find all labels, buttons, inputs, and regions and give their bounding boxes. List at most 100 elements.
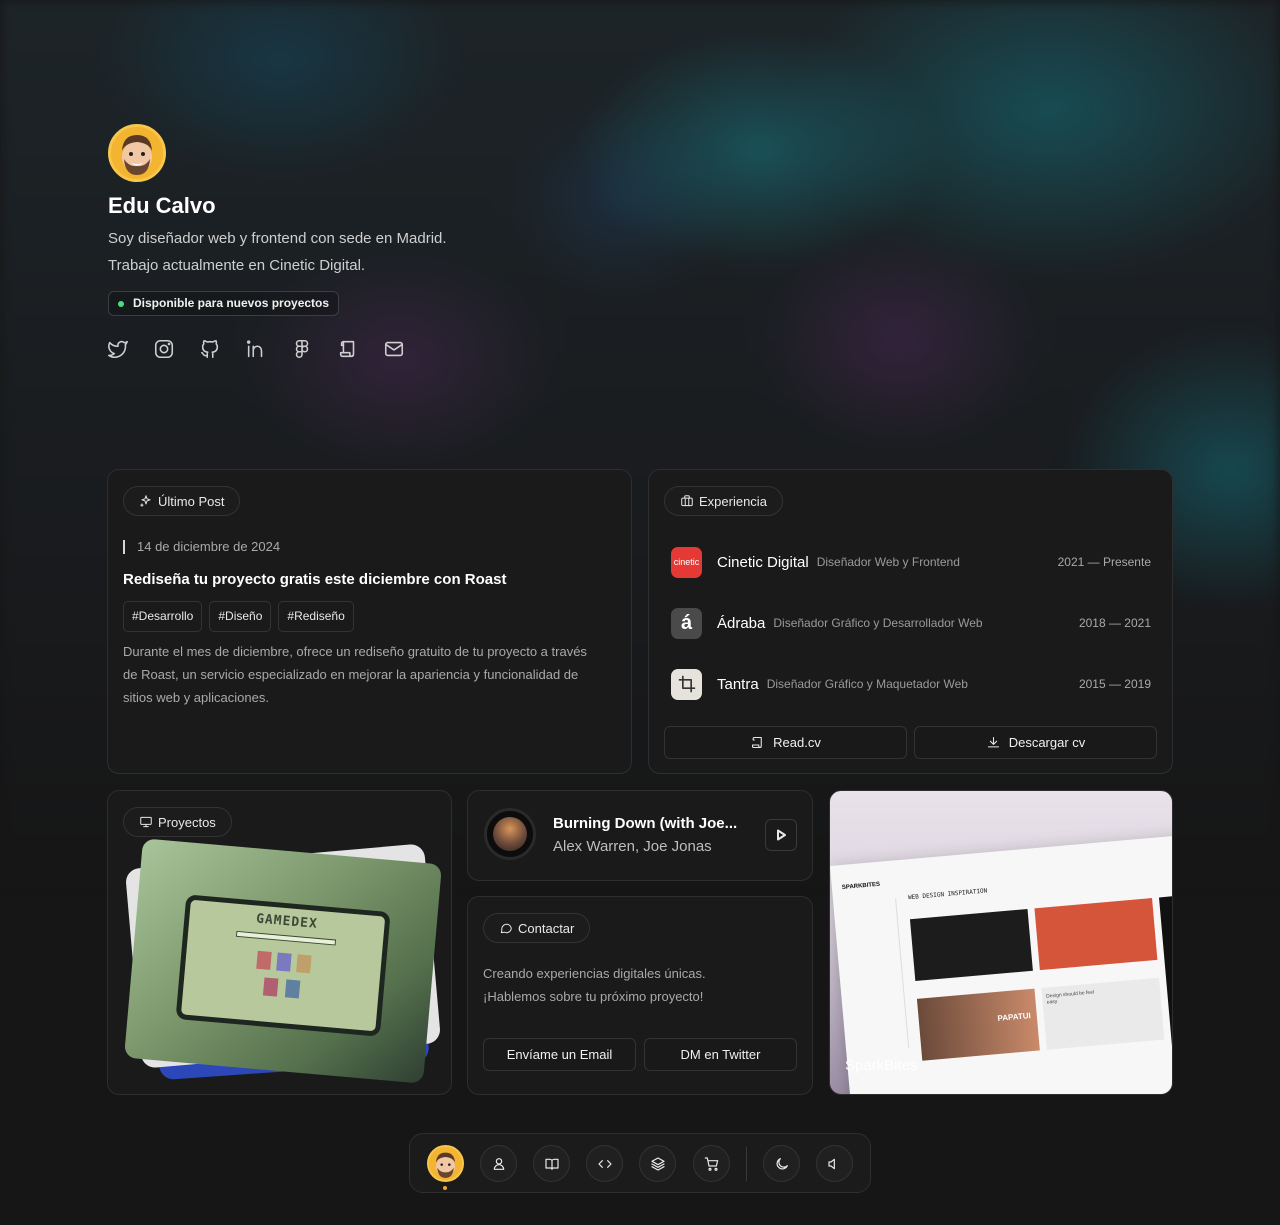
availability-text: Disponible para nuevos proyectos: [133, 296, 330, 310]
mail-icon[interactable]: [383, 338, 405, 360]
linkedin-icon[interactable]: [245, 338, 267, 360]
download-icon: [987, 736, 999, 748]
dock-about-button[interactable]: [480, 1145, 517, 1182]
latest-post-card[interactable]: Último Post 14 de diciembre de 2024 Redi…: [107, 469, 632, 774]
experience-card: Experiencia cinetic Cinetic Digital Dise…: [648, 469, 1173, 774]
thumb-portrait: PAPATUI: [916, 988, 1040, 1061]
company-name: Tantra: [717, 675, 759, 693]
sparkbites-brand: SPARKBITES: [841, 881, 881, 892]
github-icon[interactable]: [199, 338, 221, 360]
company-years: 2015 — 2019: [1078, 677, 1151, 691]
sparkbites-screenshot: SPARKBITES WEB DESIGN INSPIRATION PAPATU…: [830, 832, 1172, 1094]
company-name: Cinetic Digital: [717, 553, 809, 571]
dock-separator: [746, 1147, 747, 1181]
tantra-logo-icon: [671, 668, 702, 700]
contact-badge: Contactar: [483, 913, 591, 943]
song-title: Burning Down (with Joe...: [553, 815, 738, 832]
thumb-orange: [1034, 898, 1158, 971]
user-icon: [493, 1157, 504, 1170]
sparkbites-sidebar: [841, 898, 910, 1053]
readcv-icon: [752, 736, 762, 749]
play-icon: [777, 829, 786, 841]
thumb-light: Design should be feel easy: [1041, 977, 1165, 1050]
dock-sound-toggle[interactable]: [816, 1145, 853, 1182]
chat-bubble-icon: [500, 923, 512, 934]
layers-icon: [650, 1156, 665, 1171]
experience-item-adraba[interactable]: á Ádraba Diseñador Gráfico y Desarrollad…: [671, 607, 1151, 639]
dock-code-button[interactable]: [586, 1145, 623, 1182]
bio-line-2: Trabajo actualmente en Cinetic Digital.: [108, 257, 366, 274]
twitter-icon[interactable]: [107, 338, 129, 360]
cart-icon: [704, 1156, 718, 1171]
briefcase-icon: [681, 495, 693, 507]
music-player-card: Burning Down (with Joe... Alex Warren, J…: [467, 790, 813, 881]
latest-post-badge: Último Post: [123, 486, 241, 516]
project-title-text: GAMEDEX: [255, 911, 319, 932]
project-search-bar: [235, 930, 336, 946]
bottom-dock: [409, 1133, 871, 1193]
album-cover: [484, 808, 536, 860]
dock-blog-button[interactable]: [533, 1145, 570, 1182]
avatar-cartoon-icon: [111, 127, 163, 179]
experience-badge: Experiencia: [664, 486, 783, 516]
contact-text: Creando experiencias digitales únicas. ¡…: [483, 962, 783, 1008]
dock-shop-button[interactable]: [693, 1145, 730, 1182]
active-indicator: [443, 1186, 447, 1190]
contact-card: Contactar Creando experiencias digitales…: [467, 896, 813, 1095]
thumb-dark: [909, 908, 1033, 981]
project-screen: GAMEDEX: [175, 894, 391, 1037]
email-button[interactable]: Envíame un Email: [483, 1038, 636, 1071]
profile-avatar: [108, 124, 166, 182]
profile-bio: Soy diseñador web y frontend con sede en…: [108, 225, 528, 279]
contact-line-1: Creando experiencias digitales únicas.: [483, 966, 706, 981]
readcv-button[interactable]: Read.cv: [664, 726, 907, 759]
presentation-icon: [140, 816, 152, 828]
company-role: Diseñador Web y Frontend: [816, 555, 960, 569]
experience-item-cinetic[interactable]: cinetic Cinetic Digital Diseñador Web y …: [671, 546, 1151, 578]
post-excerpt: Durante el mes de diciembre, ofrece un r…: [123, 644, 587, 705]
book-icon: [544, 1158, 559, 1170]
twitter-dm-button[interactable]: DM en Twitter: [644, 1038, 797, 1071]
adraba-logo: á: [671, 607, 702, 639]
dock-stack-button[interactable]: [639, 1145, 676, 1182]
sparkbites-feature-text: PAPATUI: [997, 1011, 1032, 1023]
availability-badge: Disponible para nuevos proyectos: [108, 291, 340, 316]
company-role: Diseñador Gráfico y Maquetador Web: [766, 677, 968, 691]
cinetic-logo: cinetic: [671, 546, 702, 578]
figma-icon[interactable]: [291, 338, 313, 360]
project-preview-gamedex[interactable]: GAMEDEX: [123, 838, 443, 1084]
company-name: Ádraba: [717, 614, 766, 632]
status-dot-icon: [118, 301, 124, 307]
post-date: 14 de diciembre de 2024: [123, 540, 280, 554]
company-years: 2018 — 2021: [1078, 616, 1151, 630]
dock-avatar-button[interactable]: [427, 1145, 464, 1182]
company-years: 2021 — Presente: [1057, 555, 1151, 569]
sparkbites-heading: WEB DESIGN INSPIRATION: [907, 887, 988, 902]
contact-line-2: ¡Hablemos sobre tu próximo proyecto!: [483, 989, 704, 1004]
dock-theme-toggle[interactable]: [763, 1145, 800, 1182]
bio-line-1: Soy diseñador web y frontend con sede en…: [108, 230, 447, 247]
social-links: [107, 338, 405, 360]
company-role: Diseñador Gráfico y Desarrollador Web: [773, 616, 983, 630]
projects-card[interactable]: GAMEDEX Proyectos: [107, 790, 452, 1095]
tag-desarrollo[interactable]: #Desarrollo: [123, 601, 203, 632]
code-icon: [597, 1159, 612, 1168]
post-title[interactable]: Rediseña tu proyecto gratis este diciemb…: [123, 571, 506, 588]
projects-badge: Proyectos: [123, 807, 232, 837]
song-artist: Alex Warren, Joe Jonas: [553, 838, 712, 855]
experience-item-tantra[interactable]: Tantra Diseñador Gráfico y Maquetador We…: [671, 668, 1151, 700]
instagram-icon[interactable]: [153, 338, 175, 360]
moon-icon: [776, 1157, 788, 1169]
tag-rediseno[interactable]: #Rediseño: [278, 601, 354, 632]
avatar-icon: [435, 1152, 456, 1178]
tag-diseno[interactable]: #Diseño: [209, 601, 272, 632]
sparkbites-card[interactable]: SPARKBITES WEB DESIGN INSPIRATION PAPATU…: [829, 790, 1173, 1095]
readcv-icon[interactable]: [337, 338, 359, 360]
post-tags: #Desarrollo #Diseño #Rediseño: [123, 601, 354, 632]
sparkbites-feature-caption: Design should be feel easy: [1045, 989, 1095, 1006]
sparkles-icon: [140, 495, 151, 507]
download-cv-button[interactable]: Descargar cv: [914, 726, 1157, 759]
play-button[interactable]: [765, 819, 797, 851]
sparkbites-label: SparkBites: [845, 1057, 918, 1074]
profile-name: Edu Calvo: [108, 193, 216, 218]
